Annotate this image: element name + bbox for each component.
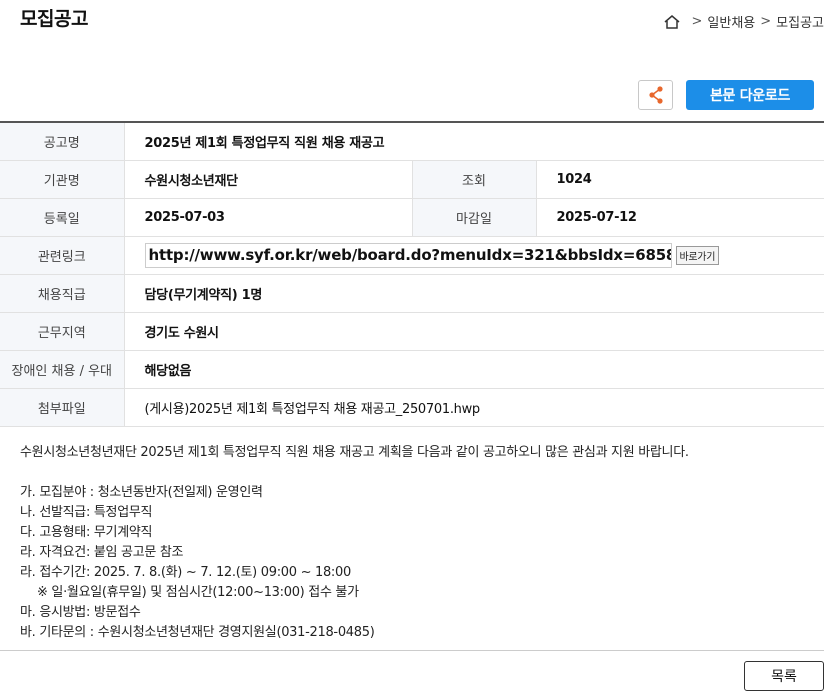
reg-date-label: 등록일 — [0, 198, 125, 237]
list-button[interactable]: 목록 — [744, 661, 824, 691]
region-value: 경기도 수원시 — [124, 312, 824, 351]
share-icon — [648, 86, 663, 104]
related-link-field[interactable]: http://www.syf.or.kr/web/board.do?menuId… — [144, 242, 672, 268]
download-content-button[interactable]: 본문 다운로드 — [686, 80, 814, 110]
notice-line: 라. 접수기간: 2025. 7. 8.(화) ~ 7. 12.(토) 09:0… — [20, 565, 351, 580]
table-row: 등록일 2025-07-03 마감일 2025-07-12 — [0, 198, 824, 237]
region-label: 근무지역 — [0, 312, 125, 351]
notice-line: ※ 일·월요일(휴무일) 및 점심시간(12:00~13:00) 접수 불가 — [37, 585, 359, 600]
link-cell: http://www.syf.or.kr/web/board.do?menuId… — [124, 236, 824, 275]
deadline-value: 2025-07-12 — [536, 198, 824, 237]
views-label: 조회 — [412, 160, 537, 199]
position-value: 담당(무기계약직) 1명 — [124, 274, 824, 313]
notice-line: 다. 고용형태: 무기계약직 — [20, 525, 153, 540]
notice-line: 바. 기타문의 : 수원시청소년청년재단 경영지원실(031-218-0485) — [20, 625, 375, 640]
disability-label: 장애인 채용 / 우대 — [0, 350, 125, 389]
table-row: 공고명 2025년 제1회 특정업무직 직원 채용 재공고 — [0, 122, 824, 161]
notice-info-table: 공고명 2025년 제1회 특정업무직 직원 채용 재공고 기관명 수원시청소년… — [0, 121, 824, 427]
breadcrumb-separator: > — [691, 14, 703, 29]
table-row: 근무지역 경기도 수원시 — [0, 312, 824, 351]
divider — [0, 650, 824, 651]
org-value: 수원시청소년재단 — [124, 160, 413, 199]
views-value: 1024 — [536, 160, 824, 199]
link-label: 관련링크 — [0, 236, 125, 275]
table-row: 채용직급 담당(무기계약직) 1명 — [0, 274, 824, 313]
reg-date-value: 2025-07-03 — [124, 198, 413, 237]
go-link-button[interactable]: 바로가기 — [675, 245, 720, 265]
home-icon[interactable] — [663, 14, 681, 30]
attachment-label: 첨부파일 — [0, 388, 125, 427]
title-label: 공고명 — [0, 122, 125, 161]
position-label: 채용직급 — [0, 274, 125, 313]
notice-line: 라. 자격요건: 붙임 공고문 참조 — [20, 545, 184, 560]
deadline-label: 마감일 — [412, 198, 537, 237]
title-value: 2025년 제1회 특정업무직 직원 채용 재공고 — [124, 122, 824, 161]
notice-body: 수원시청소년청년재단 2025년 제1회 특정업무직 직원 채용 재공고 계획을… — [20, 443, 689, 643]
page-title: 모집공고 — [20, 8, 88, 30]
notice-line: 마. 응시방법: 방문접수 — [20, 605, 141, 620]
notice-line: 나. 선발직급: 특정업무직 — [20, 505, 153, 520]
table-row: 첨부파일 (게시용)2025년 제1회 특정업무직 채용 재공고_250701.… — [0, 388, 824, 427]
org-label: 기관명 — [0, 160, 125, 199]
breadcrumb-item-general-hiring[interactable]: 일반채용 — [707, 12, 755, 31]
notice-intro: 수원시청소년청년재단 2025년 제1회 특정업무직 직원 채용 재공고 계획을… — [20, 445, 689, 460]
table-row: 기관명 수원시청소년재단 조회 1024 — [0, 160, 824, 199]
breadcrumb-separator: > — [760, 14, 772, 29]
breadcrumb-item-recruitment[interactable]: 모집공고 — [776, 12, 824, 31]
table-row: 관련링크 http://www.syf.or.kr/web/board.do?m… — [0, 236, 824, 275]
attachment-file-link[interactable]: (게시용)2025년 제1회 특정업무직 채용 재공고_250701.hwp — [124, 388, 824, 427]
share-button[interactable] — [638, 80, 673, 110]
disability-value: 해당없음 — [124, 350, 824, 389]
breadcrumb: > 일반채용 > 모집공고 — [663, 12, 824, 31]
table-row: 장애인 채용 / 우대 해당없음 — [0, 350, 824, 389]
notice-line: 가. 모집분야 : 청소년동반자(전일제) 운영인력 — [20, 485, 263, 500]
